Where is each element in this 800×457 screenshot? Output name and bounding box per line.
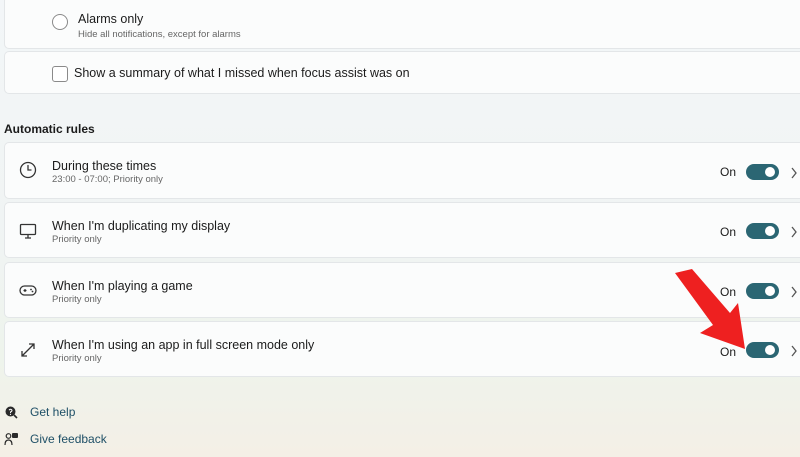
clock-icon	[18, 160, 38, 180]
chevron-right-icon[interactable]	[790, 225, 798, 238]
rule-subtitle: 23:00 - 07:00; Priority only	[52, 174, 163, 185]
gamepad-icon	[18, 280, 38, 300]
get-help-link[interactable]: Get help	[4, 404, 104, 422]
help-chat-icon	[4, 405, 19, 420]
alarms-only-title: Alarms only	[78, 12, 144, 26]
toggle-knob	[765, 226, 775, 236]
rule-title: During these times	[52, 159, 157, 173]
give-feedback-label: Give feedback	[30, 432, 107, 446]
rule-toggle[interactable]	[746, 164, 779, 180]
alarms-only-subtitle: Hide all notifications, except for alarm…	[78, 29, 241, 40]
give-feedback-link[interactable]: Give feedback	[4, 431, 124, 449]
get-help-label: Get help	[30, 405, 76, 419]
rule-playing-game[interactable]: When I'm playing a game Priority only On	[4, 262, 800, 318]
toggle-knob	[765, 345, 775, 355]
rule-during-these-times[interactable]: During these times 23:00 - 07:00; Priori…	[4, 142, 800, 199]
rule-toggle[interactable]	[746, 223, 779, 239]
alarms-only-radio[interactable]	[52, 14, 68, 30]
rule-state-label: On	[720, 165, 737, 179]
rule-toggle[interactable]	[746, 342, 779, 358]
rule-full-screen-app[interactable]: When I'm using an app in full screen mod…	[4, 321, 800, 377]
rule-title: When I'm playing a game	[52, 279, 193, 293]
rule-state-label: On	[720, 285, 737, 299]
summary-checkbox-card[interactable]: Show a summary of what I missed when foc…	[4, 51, 800, 94]
chevron-right-icon[interactable]	[790, 344, 798, 357]
rule-state-label: On	[720, 345, 737, 359]
chevron-right-icon[interactable]	[790, 285, 798, 298]
rule-toggle[interactable]	[746, 283, 779, 299]
toggle-knob	[765, 286, 775, 296]
toggle-knob	[765, 167, 775, 177]
summary-checkbox-label: Show a summary of what I missed when foc…	[74, 66, 410, 80]
fullscreen-icon	[18, 340, 38, 360]
rule-title: When I'm using an app in full screen mod…	[52, 338, 315, 352]
rule-title: When I'm duplicating my display	[52, 219, 231, 233]
rule-state-label: On	[720, 225, 737, 239]
rule-subtitle: Priority only	[52, 234, 102, 245]
automatic-rules-heading: Automatic rules	[4, 122, 95, 136]
chevron-right-icon[interactable]	[790, 166, 798, 179]
feedback-icon	[4, 432, 19, 447]
summary-checkbox[interactable]	[52, 66, 68, 82]
rule-subtitle: Priority only	[52, 294, 102, 305]
rule-subtitle: Priority only	[52, 353, 102, 364]
rule-duplicating-display[interactable]: When I'm duplicating my display Priority…	[4, 202, 800, 258]
monitor-icon	[18, 221, 38, 241]
alarms-only-card[interactable]: Alarms only Hide all notifications, exce…	[4, 0, 800, 49]
